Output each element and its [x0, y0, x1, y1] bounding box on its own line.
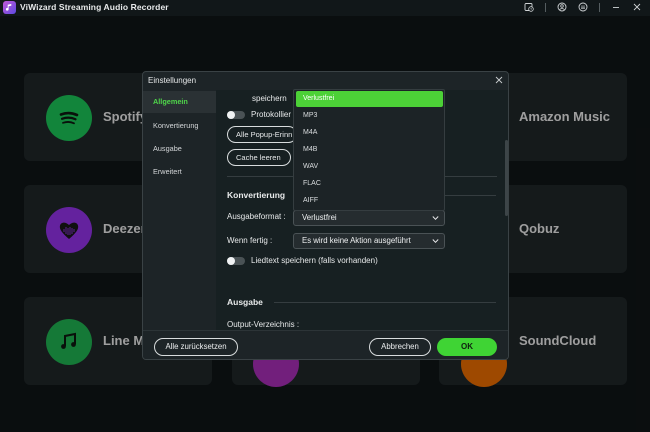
- log-toggle-label: Protokollier: [251, 110, 292, 119]
- sidebar-item-erweitert[interactable]: Erweitert: [143, 161, 216, 183]
- title-bar-controls: [524, 2, 642, 12]
- divider: [274, 302, 496, 303]
- when-finished-select[interactable]: Es wird keine Aktion ausgeführt: [293, 233, 445, 249]
- cancel-button[interactable]: Abbrechen: [369, 338, 431, 356]
- title-bar: ViWizard Streaming Audio Recorder: [0, 0, 650, 16]
- clear-cache-button[interactable]: Cache leeren: [227, 149, 291, 166]
- lyrics-toggle-label: Liedtext speichern (falls vorhanden): [251, 256, 378, 265]
- menu-icon[interactable]: [578, 2, 588, 12]
- close-icon[interactable]: [632, 2, 642, 12]
- dropdown-option[interactable]: WAV: [296, 159, 443, 175]
- app-window: ViWizard Streaming Audio Recorder Spotif…: [0, 0, 650, 432]
- dialog-header: Einstellungen: [143, 72, 508, 90]
- when-finished-label: Wenn fertig :: [227, 236, 273, 245]
- dropdown-option[interactable]: AIFF: [296, 193, 443, 209]
- sidebar-item-konvertierung[interactable]: Konvertierung: [143, 115, 216, 137]
- save-label: speichern: [252, 94, 287, 103]
- settings-sidebar: Allgemein Konvertierung Ausgabe Erweiter…: [143, 90, 216, 330]
- sidebar-item-allgemein[interactable]: Allgemein: [143, 91, 216, 113]
- dialog-footer: Alle zurücksetzen Abbrechen OK: [143, 330, 508, 359]
- when-finished-value: Es wird keine Aktion ausgeführt: [302, 236, 411, 245]
- log-toggle[interactable]: [227, 111, 245, 119]
- sidebar-item-ausgabe[interactable]: Ausgabe: [143, 138, 216, 160]
- dropdown-option[interactable]: FLAC: [296, 176, 443, 192]
- dialog-title: Einstellungen: [148, 76, 197, 85]
- dropdown-option[interactable]: M4A: [296, 125, 443, 141]
- output-format-value: Verlustfrei: [302, 213, 337, 222]
- app-logo-icon: [3, 1, 16, 14]
- close-icon[interactable]: [494, 75, 504, 85]
- format-dropdown-list: Verlustfrei MP3 M4A M4B WAV FLAC AIFF: [293, 89, 445, 211]
- app-title: ViWizard Streaming Audio Recorder: [20, 2, 169, 12]
- dropdown-option[interactable]: M4B: [296, 142, 443, 158]
- lyrics-toggle[interactable]: [227, 257, 245, 265]
- output-format-label: Ausgabeformat :: [227, 212, 286, 221]
- history-icon[interactable]: [524, 2, 534, 12]
- separator: [545, 2, 546, 12]
- chevron-down-icon: [432, 216, 439, 221]
- reset-all-button[interactable]: Alle zurücksetzen: [154, 338, 238, 356]
- ok-button[interactable]: OK: [437, 338, 497, 356]
- separator: [599, 2, 600, 12]
- scrollbar[interactable]: [505, 140, 508, 216]
- section-title-ausgabe: Ausgabe: [227, 297, 263, 307]
- dropdown-option[interactable]: MP3: [296, 108, 443, 124]
- popup-reminders-button[interactable]: Alle Popup-Erinn: [227, 126, 297, 143]
- output-directory-label: Output-Verzeichnis :: [227, 320, 300, 329]
- chevron-down-icon: [432, 239, 439, 244]
- minimize-icon[interactable]: [611, 2, 621, 12]
- account-icon[interactable]: [557, 2, 567, 12]
- dropdown-option[interactable]: Verlustfrei: [296, 91, 443, 107]
- section-title-konvertierung: Konvertierung: [227, 190, 286, 200]
- output-format-select[interactable]: Verlustfrei: [293, 210, 445, 226]
